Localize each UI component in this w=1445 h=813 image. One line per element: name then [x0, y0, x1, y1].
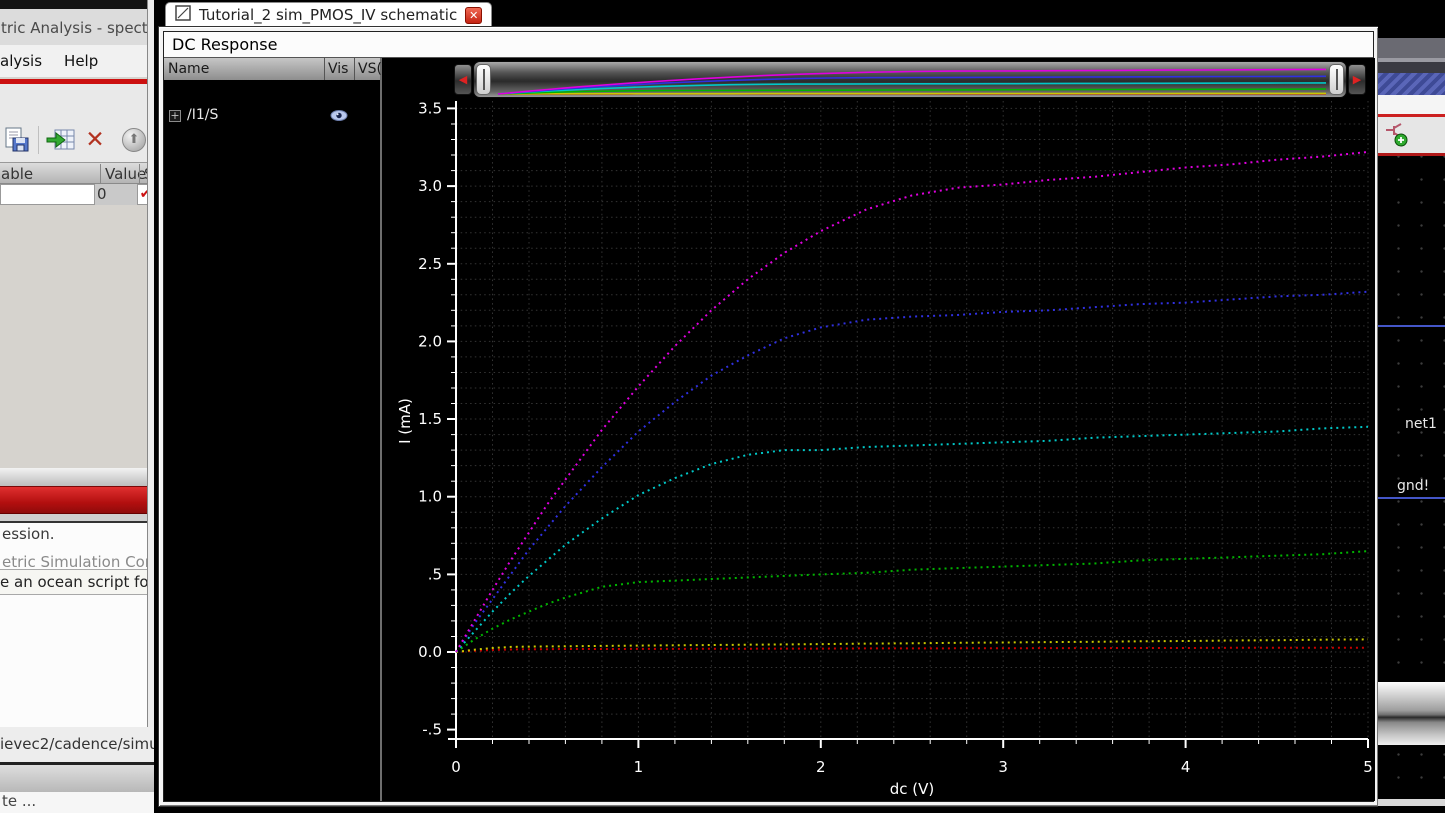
progress-strip: [0, 468, 154, 486]
col-variable: able: [1, 164, 33, 184]
schematic-menubar-strip: [1378, 95, 1445, 114]
scrollbar-track[interactable]: [473, 61, 1347, 98]
svg-text:I (mA): I (mA): [396, 398, 414, 444]
bottom-status-text: te ...: [0, 792, 154, 813]
save-icon[interactable]: [0, 124, 34, 156]
svg-text:4: 4: [1181, 758, 1191, 776]
svg-text:.5: .5: [428, 565, 442, 583]
svg-text:3.0: 3.0: [418, 177, 442, 195]
delete-x-icon[interactable]: ✕: [78, 124, 112, 156]
window-title: DC Response: [164, 32, 1373, 58]
plot-panel: 3.5 3.0 2.5 2.0 1.5 1.0 .5 0.0 -.5 0 1 2 3 4 5 dc (V) I …: [384, 58, 1375, 801]
variables-table-row: 0 ✔: [0, 184, 154, 205]
schematic-titlebar-hatch: [1378, 73, 1445, 95]
signal-name: /I1/S: [187, 107, 218, 123]
svg-text:1.5: 1.5: [418, 410, 442, 428]
desktop: tric Analysis - spectre(1 alysis Help etr…: [0, 0, 1445, 813]
menu-item-help[interactable]: Help: [64, 52, 98, 70]
status-area: etric Simulation Comple: [0, 84, 154, 162]
circle-arrow-icon[interactable]: ⬆: [122, 128, 146, 152]
graph-window-icon: [175, 5, 191, 25]
variables-table-header: able Value S: [0, 162, 154, 184]
menu-item-analysis[interactable]: alysis: [0, 52, 42, 70]
scrollbar-left-arrow-icon[interactable]: ◀: [454, 64, 472, 95]
visibility-eye-icon[interactable]: [330, 109, 348, 126]
svg-text:2.5: 2.5: [418, 255, 442, 273]
schematic-scroll-block[interactable]: [1378, 682, 1445, 745]
svg-text:0: 0: [451, 758, 461, 776]
export-table-icon[interactable]: [44, 124, 78, 156]
left-window-menubar: alysis Help: [0, 45, 154, 77]
simulation-path-text: ievec2/cadence/simul: [0, 727, 154, 762]
left-window-top-edge: [0, 0, 154, 9]
left-window-titlebar: tric Analysis - spectre(1: [0, 9, 154, 45]
tree-col-vis[interactable]: Vis: [324, 58, 353, 80]
strip-dark-band: [1378, 62, 1445, 73]
signal-row-i1s[interactable]: + /I1/S: [164, 106, 380, 126]
svg-text:5: 5: [1363, 758, 1373, 776]
tree-col-name[interactable]: Name: [168, 58, 209, 80]
strip-gray-band: [1378, 38, 1445, 58]
schematic-window-strip: net1 gnd!: [1378, 0, 1445, 813]
tree-header: Name Vis VS(: [164, 58, 380, 80]
svg-text:1.0: 1.0: [418, 488, 442, 506]
svg-text:dc (V): dc (V): [890, 780, 935, 798]
schematic-toolbar: [1378, 117, 1445, 153]
window-border-line-2: [1378, 497, 1445, 499]
gnd-label: gnd!: [1397, 478, 1429, 494]
scrollbar-left-grip[interactable]: [476, 64, 491, 95]
svg-text:2.0: 2.0: [418, 332, 442, 350]
instance-add-icon[interactable]: [1384, 122, 1410, 152]
status-gray-band: [0, 765, 154, 792]
tooltip: e an ocean script for pa: [0, 569, 154, 595]
window-border-line-1: [1378, 325, 1445, 327]
tab-tutorial2-schematic[interactable]: Tutorial_2 sim_PMOS_IV schematic ✕: [165, 2, 492, 27]
svg-text:0.0: 0.0: [418, 643, 442, 661]
toolbar-separator: [38, 126, 40, 154]
svg-text:3.5: 3.5: [418, 99, 442, 117]
plot-panner-scrollbar[interactable]: ◀ ▶: [454, 61, 1366, 98]
dc-response-window: DC Response Name Vis VS( + /I1/S: [159, 27, 1378, 806]
parametric-analysis-window: tric Analysis - spectre(1 alysis Help etr…: [0, 0, 154, 813]
tab-title: Tutorial_2 sim_PMOS_IV schematic: [199, 6, 457, 24]
left-window-toolbar: ✕ ⬆: [0, 120, 154, 160]
dc-response-plot: 3.5 3.0 2.5 2.0 1.5 1.0 .5 0.0 -.5 0 1 2 3 4 5 dc (V) I …: [384, 58, 1375, 803]
svg-text:-.5: -.5: [422, 721, 442, 739]
svg-text:3: 3: [998, 758, 1008, 776]
scrollbar-right-arrow-icon[interactable]: ▶: [1348, 64, 1366, 95]
progress-bar: [0, 486, 154, 514]
log-line-1: ession.: [2, 525, 54, 543]
tab-close-icon[interactable]: ✕: [465, 7, 482, 24]
left-window-right-border: [147, 0, 154, 727]
expand-icon[interactable]: +: [169, 110, 181, 122]
curve-preview-strip: [492, 64, 1332, 97]
net-label: net1: [1405, 416, 1437, 432]
filler-strip: [0, 514, 154, 521]
tab-bar: Tutorial_2 sim_PMOS_IV schematic ✕: [159, 0, 1378, 27]
signal-tree-panel: Name Vis VS( + /I1/S: [164, 58, 382, 801]
tree-col-vsg[interactable]: VS(: [354, 58, 382, 80]
log-panel: ession. etric Simulation Compl e an ocea…: [0, 523, 154, 727]
variable-name-cell[interactable]: [0, 184, 95, 205]
dc-response-content: DC Response Name Vis VS( + /I1/S: [163, 31, 1374, 802]
strip-bottom-edge: [1378, 799, 1445, 806]
scrollbar-right-grip[interactable]: [1329, 64, 1344, 95]
svg-text:1: 1: [634, 758, 644, 776]
svg-text:2: 2: [816, 758, 826, 776]
variable-value-cell[interactable]: 0: [97, 185, 133, 204]
